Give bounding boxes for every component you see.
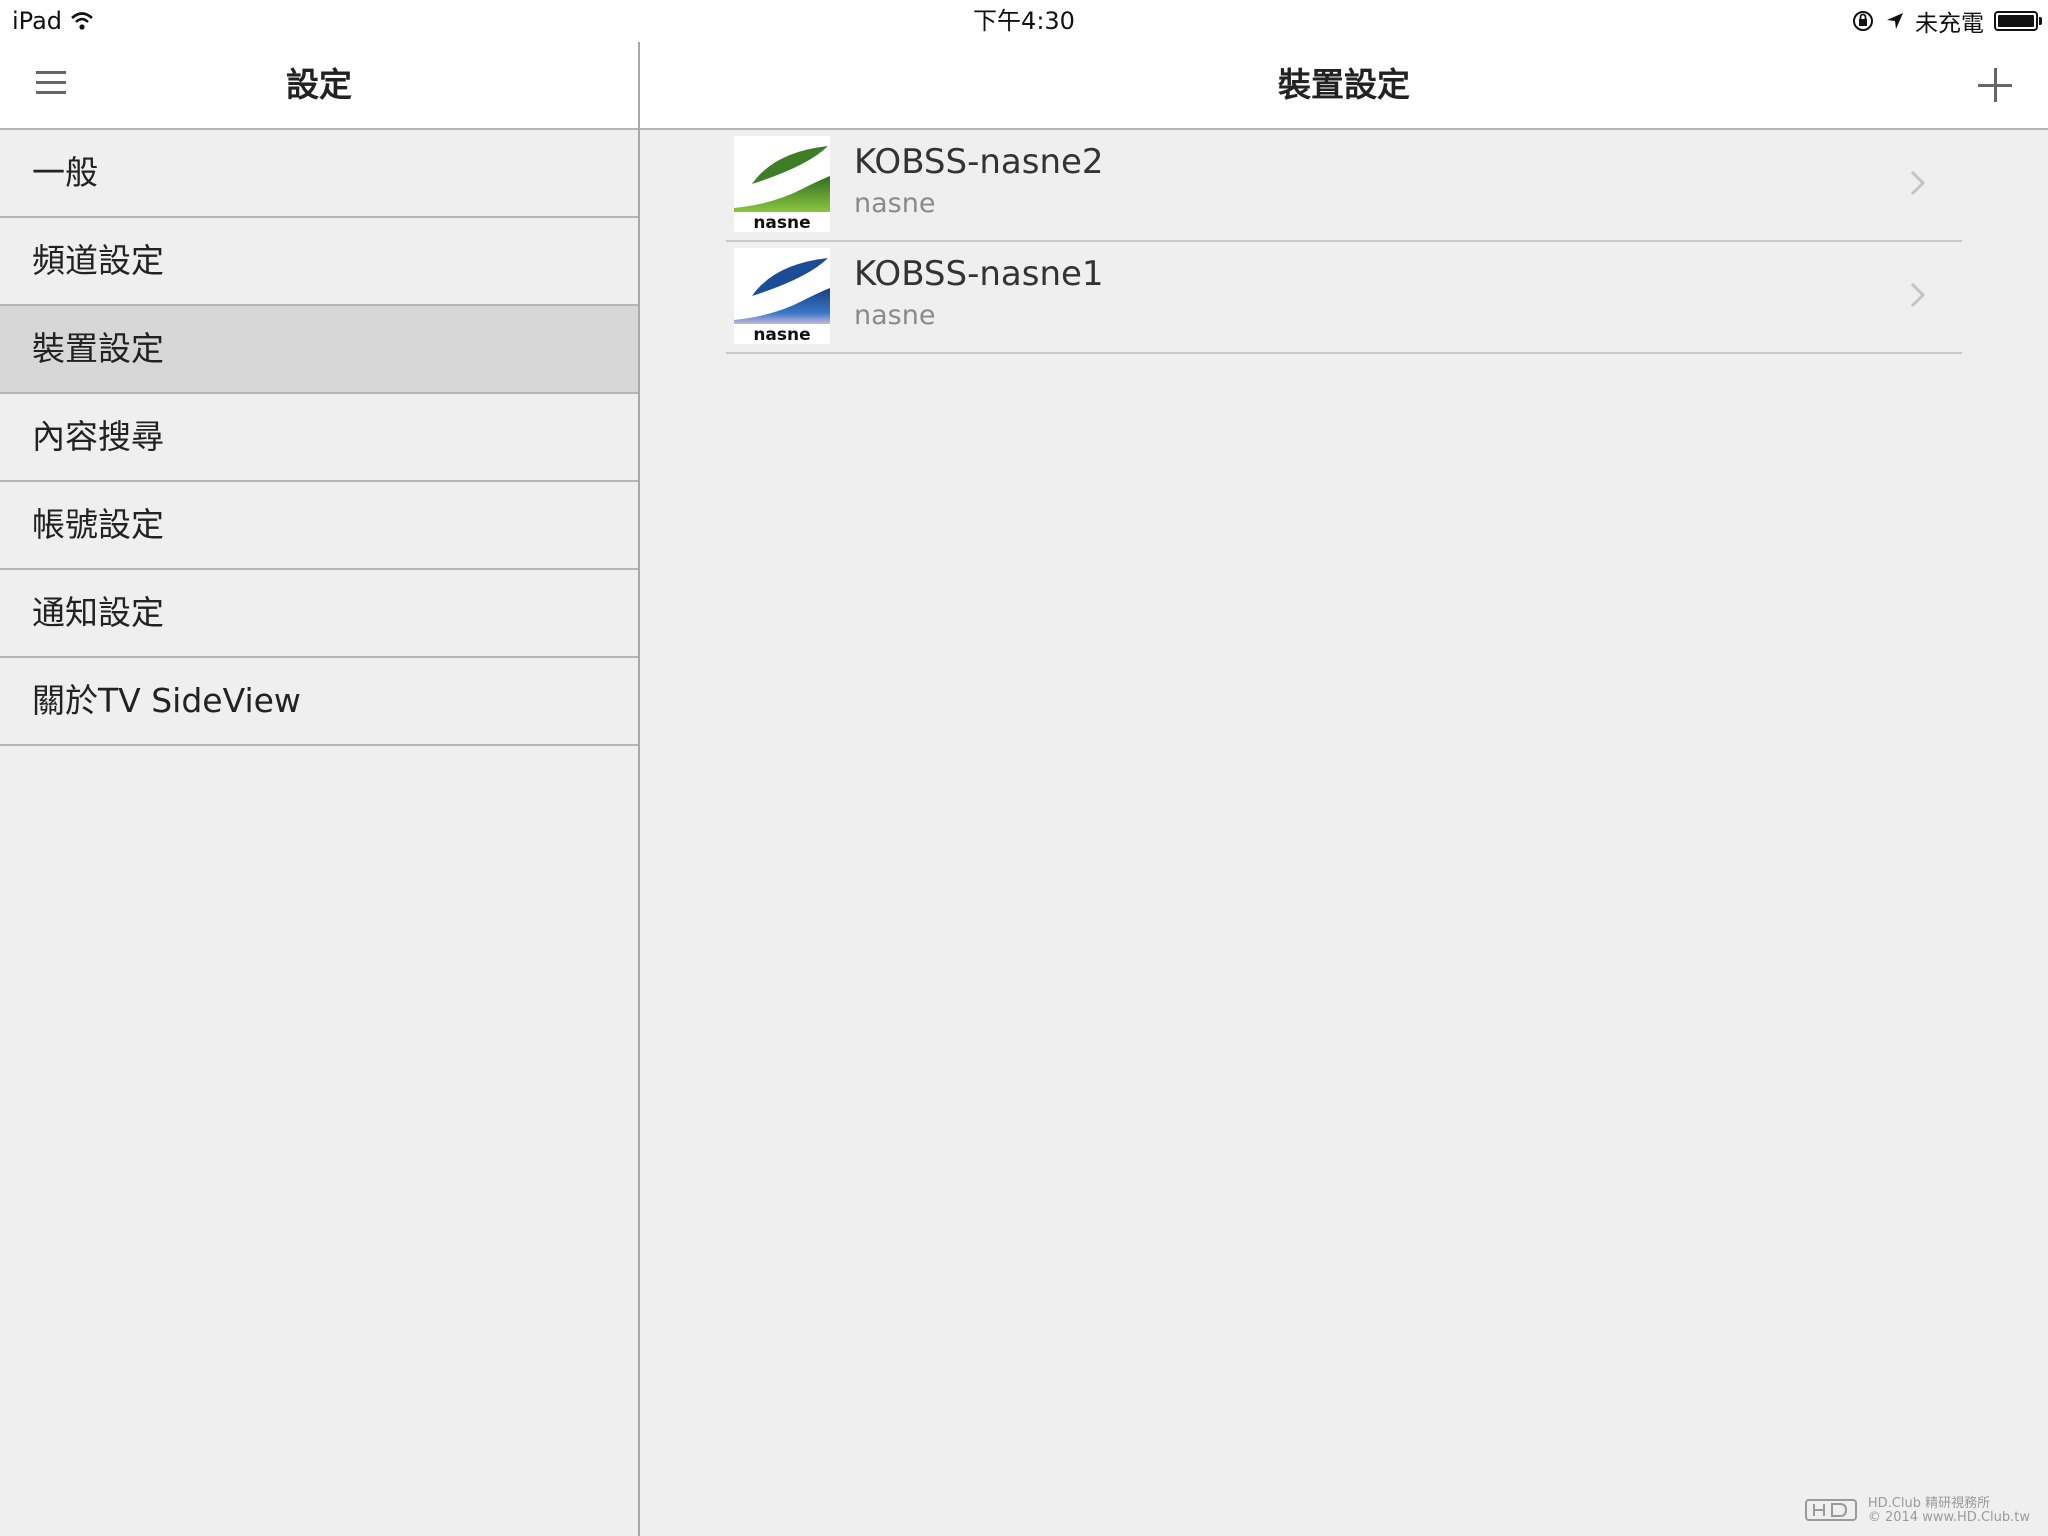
plus-icon[interactable] xyxy=(1978,68,2012,102)
sidebar-title: 設定 xyxy=(286,65,352,104)
nasne-logo-icon: nasne xyxy=(734,248,830,344)
settings-sidebar: 設定 一般 頻道設定 裝置設定 內容搜尋 帳號設定 通知設定 關於TV Side… xyxy=(0,0,640,1536)
device-row-nasne2[interactable]: nasne KOBSS-nasne2 nasne xyxy=(726,130,1962,242)
status-bar-right: 未充電 xyxy=(1851,6,2042,37)
watermark-line-2: © 2014 www.HD.Club.tw xyxy=(1867,1510,2030,1525)
settings-item-content-search[interactable]: 內容搜尋 xyxy=(0,394,638,482)
detail-nav-bar: 裝置設定 xyxy=(640,42,2048,130)
device-name: KOBSS-nasne2 xyxy=(854,142,1104,182)
settings-item-about[interactable]: 關於TV SideView xyxy=(0,658,638,746)
device-model: nasne xyxy=(854,188,936,219)
battery-icon xyxy=(1994,11,2042,31)
device-model: nasne xyxy=(854,300,936,331)
svg-text:nasne: nasne xyxy=(753,325,810,344)
page-title: 裝置設定 xyxy=(1278,65,1410,104)
device-settings-pane: 裝置設定 nasne KOBSS-nasne2 nasne nasne KOBS… xyxy=(640,0,2048,1536)
settings-menu: 一般 頻道設定 裝置設定 內容搜尋 帳號設定 通知設定 關於TV SideVie… xyxy=(0,130,638,746)
chevron-right-icon xyxy=(1910,170,1926,196)
settings-item-general[interactable]: 一般 xyxy=(0,130,638,218)
device-row-nasne1[interactable]: nasne KOBSS-nasne1 nasne xyxy=(726,242,1962,354)
nasne-logo-icon: nasne xyxy=(734,136,830,232)
svg-text:nasne: nasne xyxy=(753,213,810,232)
chevron-right-icon xyxy=(1910,282,1926,308)
watermark-line-1: HD.Club 精研視務所 xyxy=(1867,1496,1991,1511)
settings-item-account[interactable]: 帳號設定 xyxy=(0,482,638,570)
sidebar-nav-bar: 設定 xyxy=(0,42,638,130)
device-name: KOBSS-nasne1 xyxy=(854,254,1104,294)
settings-item-devices[interactable]: 裝置設定 xyxy=(0,306,638,394)
watermark: HD.Club 精研視務所 © 2014 www.HD.Club.tw xyxy=(1804,1496,2030,1526)
status-bar: iPad 下午4:30 未充電 xyxy=(0,0,2048,42)
hd-club-logo-icon xyxy=(1804,1499,1857,1521)
settings-item-channels[interactable]: 頻道設定 xyxy=(0,218,638,306)
device-list: nasne KOBSS-nasne2 nasne nasne KOBSS-nas… xyxy=(726,130,1962,354)
charging-status: 未充電 xyxy=(1915,11,1984,37)
rotation-lock-icon xyxy=(1853,11,1873,31)
status-time: 下午4:30 xyxy=(973,7,1075,35)
settings-item-notifications[interactable]: 通知設定 xyxy=(0,570,638,658)
location-arrow-icon xyxy=(1887,13,1903,29)
